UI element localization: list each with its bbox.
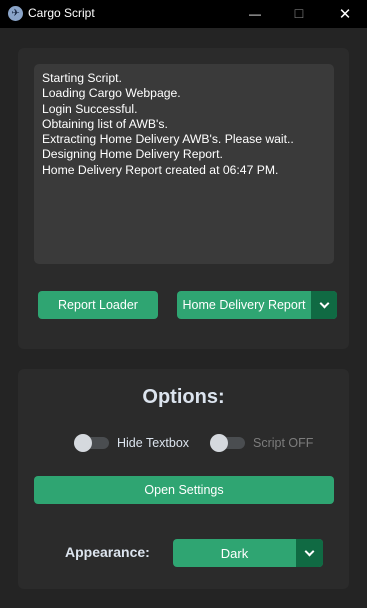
switch-knob[interactable] (210, 434, 228, 452)
maximize-button[interactable]: ☐ (276, 0, 322, 28)
log-line: Loading Cargo Webpage. (42, 86, 181, 101)
log-line: Login Successful. (42, 101, 138, 116)
report-type-dropdown[interactable]: Home Delivery Report (177, 291, 337, 319)
appearance-label: Appearance: (65, 544, 150, 560)
hide-textbox-label: Hide Textbox (117, 436, 190, 450)
appearance-dropdown[interactable]: Dark (173, 539, 323, 567)
log-line: Starting Script. (42, 71, 122, 85)
appearance-value: Dark (220, 545, 249, 561)
options-title: Options: (142, 386, 225, 408)
chevron-down-icon[interactable] (296, 539, 323, 567)
script-status-label: Script OFF (253, 436, 314, 450)
log-line: Obtaining list of AWB's. (42, 116, 168, 131)
switch-knob[interactable] (74, 434, 92, 452)
log-textbox[interactable]: Starting Script. Loading Cargo Webpage. … (34, 64, 334, 264)
window-title: Cargo Script (28, 6, 95, 20)
title-bar: ✈ Cargo Script — ☐ ✕ (0, 0, 367, 28)
open-settings-button[interactable]: Open Settings (34, 476, 334, 504)
report-loader-button[interactable]: Report Loader (38, 291, 158, 319)
airplane-icon: ✈ (8, 6, 23, 21)
close-button[interactable]: ✕ (322, 0, 367, 28)
report-type-value: Home Delivery Report (182, 298, 306, 312)
chevron-down-icon[interactable] (311, 291, 337, 319)
minimize-button[interactable]: — (232, 0, 278, 28)
log-line: Home Delivery Report created at 06:47 PM… (42, 162, 279, 177)
log-line: Extracting Home Delivery AWB's. Please w… (42, 132, 294, 147)
log-line: Designing Home Delivery Report. (42, 147, 223, 162)
